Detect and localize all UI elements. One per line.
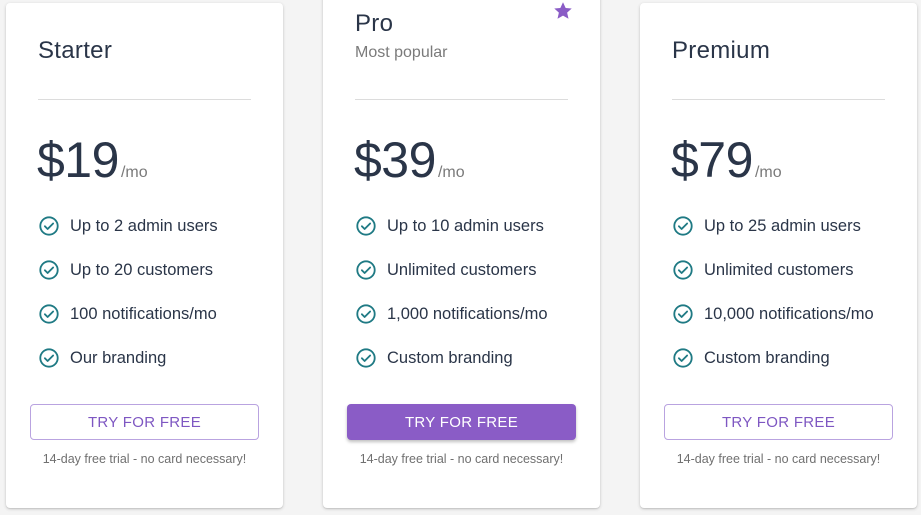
feature-text: Up to 10 admin users xyxy=(387,216,544,235)
feature-list: Up to 10 admin users Unlimited customers… xyxy=(355,204,548,380)
check-circle-icon xyxy=(356,348,376,368)
check-circle-icon xyxy=(673,216,693,236)
plan-card-starter: Starter $19/mo Up to 2 admin users Up to… xyxy=(6,3,283,508)
feature-text: Custom branding xyxy=(704,348,830,367)
feature-item: 1,000 notifications/mo xyxy=(355,292,548,336)
feature-text: Up to 20 customers xyxy=(70,260,214,279)
feature-text: Up to 2 admin users xyxy=(70,216,218,235)
divider xyxy=(355,99,568,100)
price-period: /mo xyxy=(754,164,782,181)
check-circle-icon xyxy=(356,216,376,236)
feature-text: Unlimited customers xyxy=(704,260,854,279)
price-amount: $39 xyxy=(354,132,436,188)
try-for-free-button[interactable]: TRY FOR FREE xyxy=(664,404,893,440)
feature-text: Unlimited customers xyxy=(387,260,537,279)
feature-item: Custom branding xyxy=(355,336,548,380)
feature-item: Unlimited customers xyxy=(355,248,548,292)
check-circle-icon xyxy=(356,260,376,280)
price-amount: $19 xyxy=(37,132,119,188)
feature-item: Up to 25 admin users xyxy=(672,204,874,248)
plan-card-pro: Pro Most popular $39/mo Up to 10 admin u… xyxy=(323,0,600,508)
feature-item: Up to 2 admin users xyxy=(38,204,218,248)
feature-item: Up to 10 admin users xyxy=(355,204,548,248)
feature-item: Up to 20 customers xyxy=(38,248,218,292)
check-circle-icon xyxy=(39,304,59,324)
check-circle-icon xyxy=(39,348,59,368)
divider xyxy=(38,99,251,100)
plan-title: Pro xyxy=(355,10,394,37)
plan-card-premium: Premium $79/mo Up to 25 admin users Unli… xyxy=(640,3,917,508)
check-circle-icon xyxy=(673,348,693,368)
plan-price: $19/mo xyxy=(37,131,148,189)
feature-text: Up to 25 admin users xyxy=(704,216,861,235)
feature-list: Up to 2 admin users Up to 20 customers 1… xyxy=(38,204,218,380)
plan-title: Starter xyxy=(38,37,113,64)
trial-note: 14-day free trial - no card necessary! xyxy=(676,452,881,466)
trial-note: 14-day free trial - no card necessary! xyxy=(42,452,247,466)
feature-text: 10,000 notifications/mo xyxy=(704,304,874,323)
feature-text: Custom branding xyxy=(387,348,513,367)
try-for-free-button[interactable]: TRY FOR FREE xyxy=(30,404,259,440)
feature-text: 1,000 notifications/mo xyxy=(387,304,548,323)
feature-text: Our branding xyxy=(70,348,167,367)
feature-item: Our branding xyxy=(38,336,218,380)
trial-note: 14-day free trial - no card necessary! xyxy=(359,452,564,466)
star-icon xyxy=(554,2,572,19)
feature-text: 100 notifications/mo xyxy=(70,304,217,323)
feature-list: Up to 25 admin users Unlimited customers… xyxy=(672,204,874,380)
divider xyxy=(672,99,885,100)
check-circle-icon xyxy=(39,260,59,280)
price-amount: $79 xyxy=(671,132,753,188)
feature-item: Unlimited customers xyxy=(672,248,874,292)
plan-subtitle: Most popular xyxy=(355,44,448,61)
check-circle-icon xyxy=(39,216,59,236)
price-period: /mo xyxy=(120,164,148,181)
price-period: /mo xyxy=(437,164,465,181)
plan-price: $39/mo xyxy=(354,131,465,189)
check-circle-icon xyxy=(673,304,693,324)
check-circle-icon xyxy=(673,260,693,280)
plan-price: $79/mo xyxy=(671,131,782,189)
feature-item: 10,000 notifications/mo xyxy=(672,292,874,336)
try-for-free-button[interactable]: TRY FOR FREE xyxy=(347,404,576,440)
feature-item: 100 notifications/mo xyxy=(38,292,218,336)
feature-item: Custom branding xyxy=(672,336,874,380)
plan-title: Premium xyxy=(672,37,771,64)
check-circle-icon xyxy=(356,304,376,324)
